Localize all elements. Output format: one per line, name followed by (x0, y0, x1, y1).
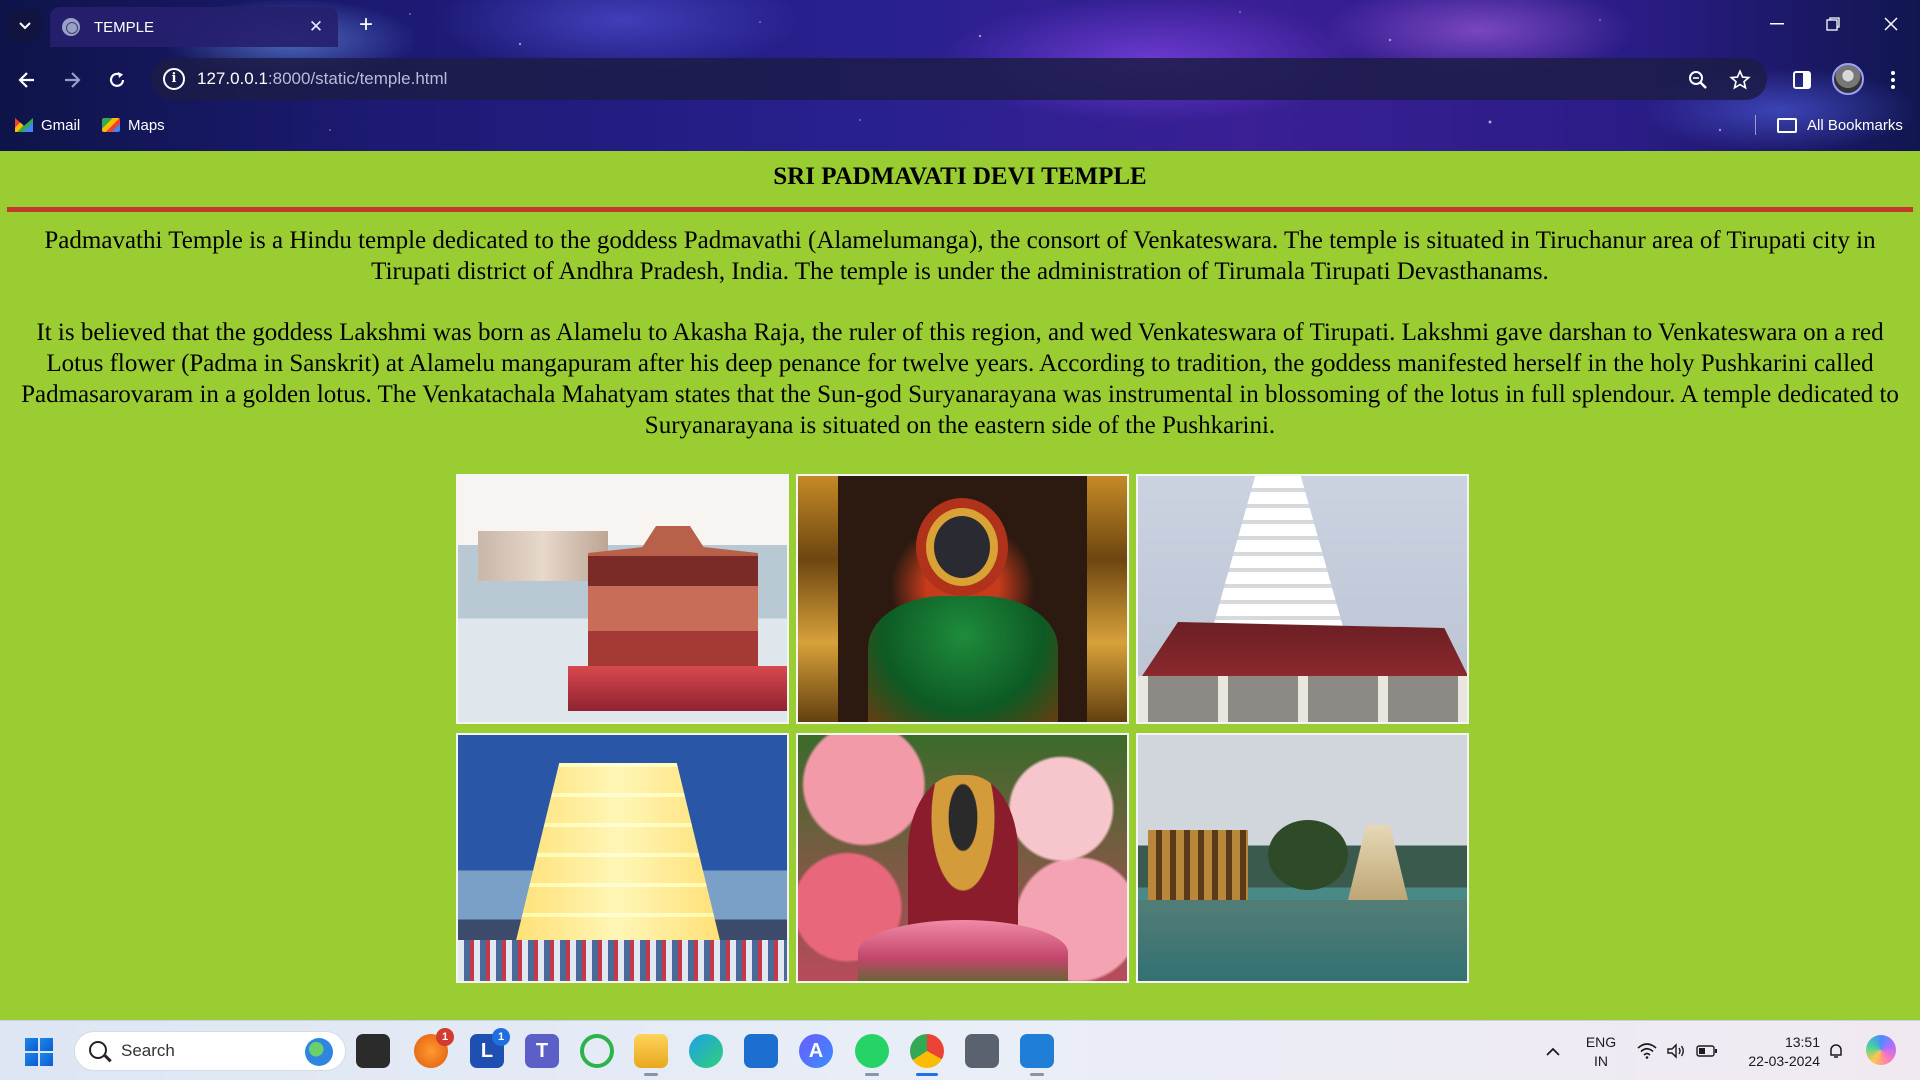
store-icon[interactable] (744, 1034, 778, 1068)
app-icon-orange[interactable]: 1 (414, 1028, 454, 1068)
close-icon[interactable]: ✕ (306, 17, 326, 37)
photo-gallery (456, 474, 1470, 984)
notification-bell-icon[interactable] (1825, 1041, 1847, 1061)
teams-icon[interactable]: T (525, 1034, 559, 1068)
file-explorer-icon[interactable] (634, 1034, 668, 1076)
photo-illuminated-gopuram (456, 733, 789, 983)
side-panel-icon (1793, 71, 1811, 89)
battery-icon[interactable] (1696, 1041, 1718, 1061)
photo-white-gopuram (1136, 474, 1469, 724)
chevron-down-icon (19, 22, 31, 30)
tab-search-button[interactable] (9, 10, 41, 42)
edge-icon[interactable] (689, 1034, 723, 1068)
restore-icon (1826, 17, 1840, 31)
browser-tab[interactable]: TEMPLE ✕ (50, 7, 338, 47)
language-indicator[interactable]: ENG IN (1584, 1033, 1618, 1071)
photo-temple-tank (1136, 733, 1469, 983)
bookmark-label: Gmail (41, 116, 81, 134)
copilot-icon[interactable] (1866, 1035, 1896, 1065)
bookmark-gmail[interactable]: Gmail (15, 114, 80, 136)
zoom-button[interactable] (1686, 68, 1710, 92)
wifi-icon[interactable] (1636, 1041, 1658, 1061)
title-divider (7, 207, 1913, 212)
photo-flower-decorated-goddess (796, 733, 1129, 983)
maps-icon (102, 118, 120, 132)
app-icon-a[interactable]: A (799, 1034, 833, 1068)
bookmark-star-button[interactable] (1728, 68, 1752, 92)
chevron-up-icon[interactable] (1542, 1041, 1564, 1061)
taskbar: Search 1 L 1 T A ENG IN 13:51 22-03-2024 (0, 1020, 1920, 1080)
notification-badge: 1 (492, 1028, 510, 1046)
close-icon (1884, 17, 1898, 31)
all-bookmarks-button[interactable]: All Bookmarks (1777, 114, 1903, 136)
page-title: SRI PADMAVATI DEVI TEMPLE (773, 163, 1147, 190)
taskbar-search[interactable]: Search (74, 1031, 346, 1071)
folder-icon (1777, 117, 1797, 133)
language-code: ENG (1585, 1034, 1617, 1050)
profile-avatar[interactable] (1832, 63, 1864, 95)
minimize-icon (1770, 23, 1784, 25)
camera-icon[interactable] (965, 1034, 999, 1068)
search-placeholder: Search (121, 1041, 175, 1060)
side-panel-button[interactable] (1790, 68, 1814, 92)
zoom-icon (1689, 71, 1707, 89)
clock-date: 22-03-2024 (1748, 1053, 1820, 1069)
globe-icon (305, 1038, 333, 1066)
arrow-left-icon (18, 72, 34, 88)
search-icon (89, 1041, 107, 1059)
intro-paragraph: Padmavathi Temple is a Hindu temple dedi… (44, 227, 1876, 285)
bookmarks-divider (1755, 115, 1756, 135)
all-bookmarks-label: All Bookmarks (1807, 116, 1903, 134)
chrome-icon[interactable] (910, 1034, 944, 1076)
star-icon (1729, 69, 1751, 90)
bookmark-label: Maps (128, 116, 165, 134)
app-icon-l[interactable]: L 1 (470, 1028, 510, 1068)
back-button[interactable] (11, 64, 43, 96)
globe-icon (62, 18, 80, 36)
vscode-icon[interactable] (1020, 1034, 1054, 1076)
url-path: :8000/static/temple.html (267, 69, 448, 88)
address-bar[interactable]: i 127.0.0.1:8000/static/temple.html (151, 58, 1767, 100)
photo-temple-pond-mandapa (456, 474, 789, 724)
photo-goddess-idol (796, 474, 1129, 724)
minimize-button[interactable] (1754, 8, 1800, 40)
reload-icon (109, 72, 125, 87)
restore-button[interactable] (1810, 8, 1856, 40)
info-icon[interactable]: i (163, 68, 185, 90)
bookmark-maps[interactable]: Maps (102, 114, 165, 136)
notification-badge: 1 (436, 1028, 454, 1046)
legend-paragraph: It is believed that the goddess Lakshmi … (21, 319, 1899, 439)
gmail-icon (15, 118, 33, 132)
browser-chrome: TEMPLE ✕ + i 127.0.0.1:8000/static/templ… (0, 0, 1920, 151)
menu-button[interactable] (1881, 68, 1905, 92)
clock-time: 13:51 (1784, 1034, 1820, 1050)
new-tab-button[interactable]: + (352, 11, 380, 39)
forward-button[interactable] (56, 64, 88, 96)
url-host: 127.0.0.1 (197, 69, 268, 88)
page-content: SRI PADMAVATI DEVI TEMPLE Padmavathi Tem… (0, 151, 1920, 1020)
close-window-button[interactable] (1868, 8, 1914, 40)
more-vertical-icon (1891, 71, 1895, 89)
windows-start-icon[interactable] (25, 1038, 53, 1066)
region-code: IN (1594, 1053, 1608, 1069)
system-clock[interactable]: 13:51 22-03-2024 (1730, 1033, 1820, 1071)
tab-title: TEMPLE (94, 18, 155, 36)
volume-icon[interactable] (1665, 1041, 1687, 1061)
reload-button[interactable] (101, 64, 133, 96)
whatsapp-icon[interactable] (855, 1034, 889, 1076)
task-view-icon[interactable] (356, 1034, 390, 1068)
arrow-right-icon (65, 72, 81, 88)
refresh-app-icon[interactable] (580, 1034, 614, 1068)
